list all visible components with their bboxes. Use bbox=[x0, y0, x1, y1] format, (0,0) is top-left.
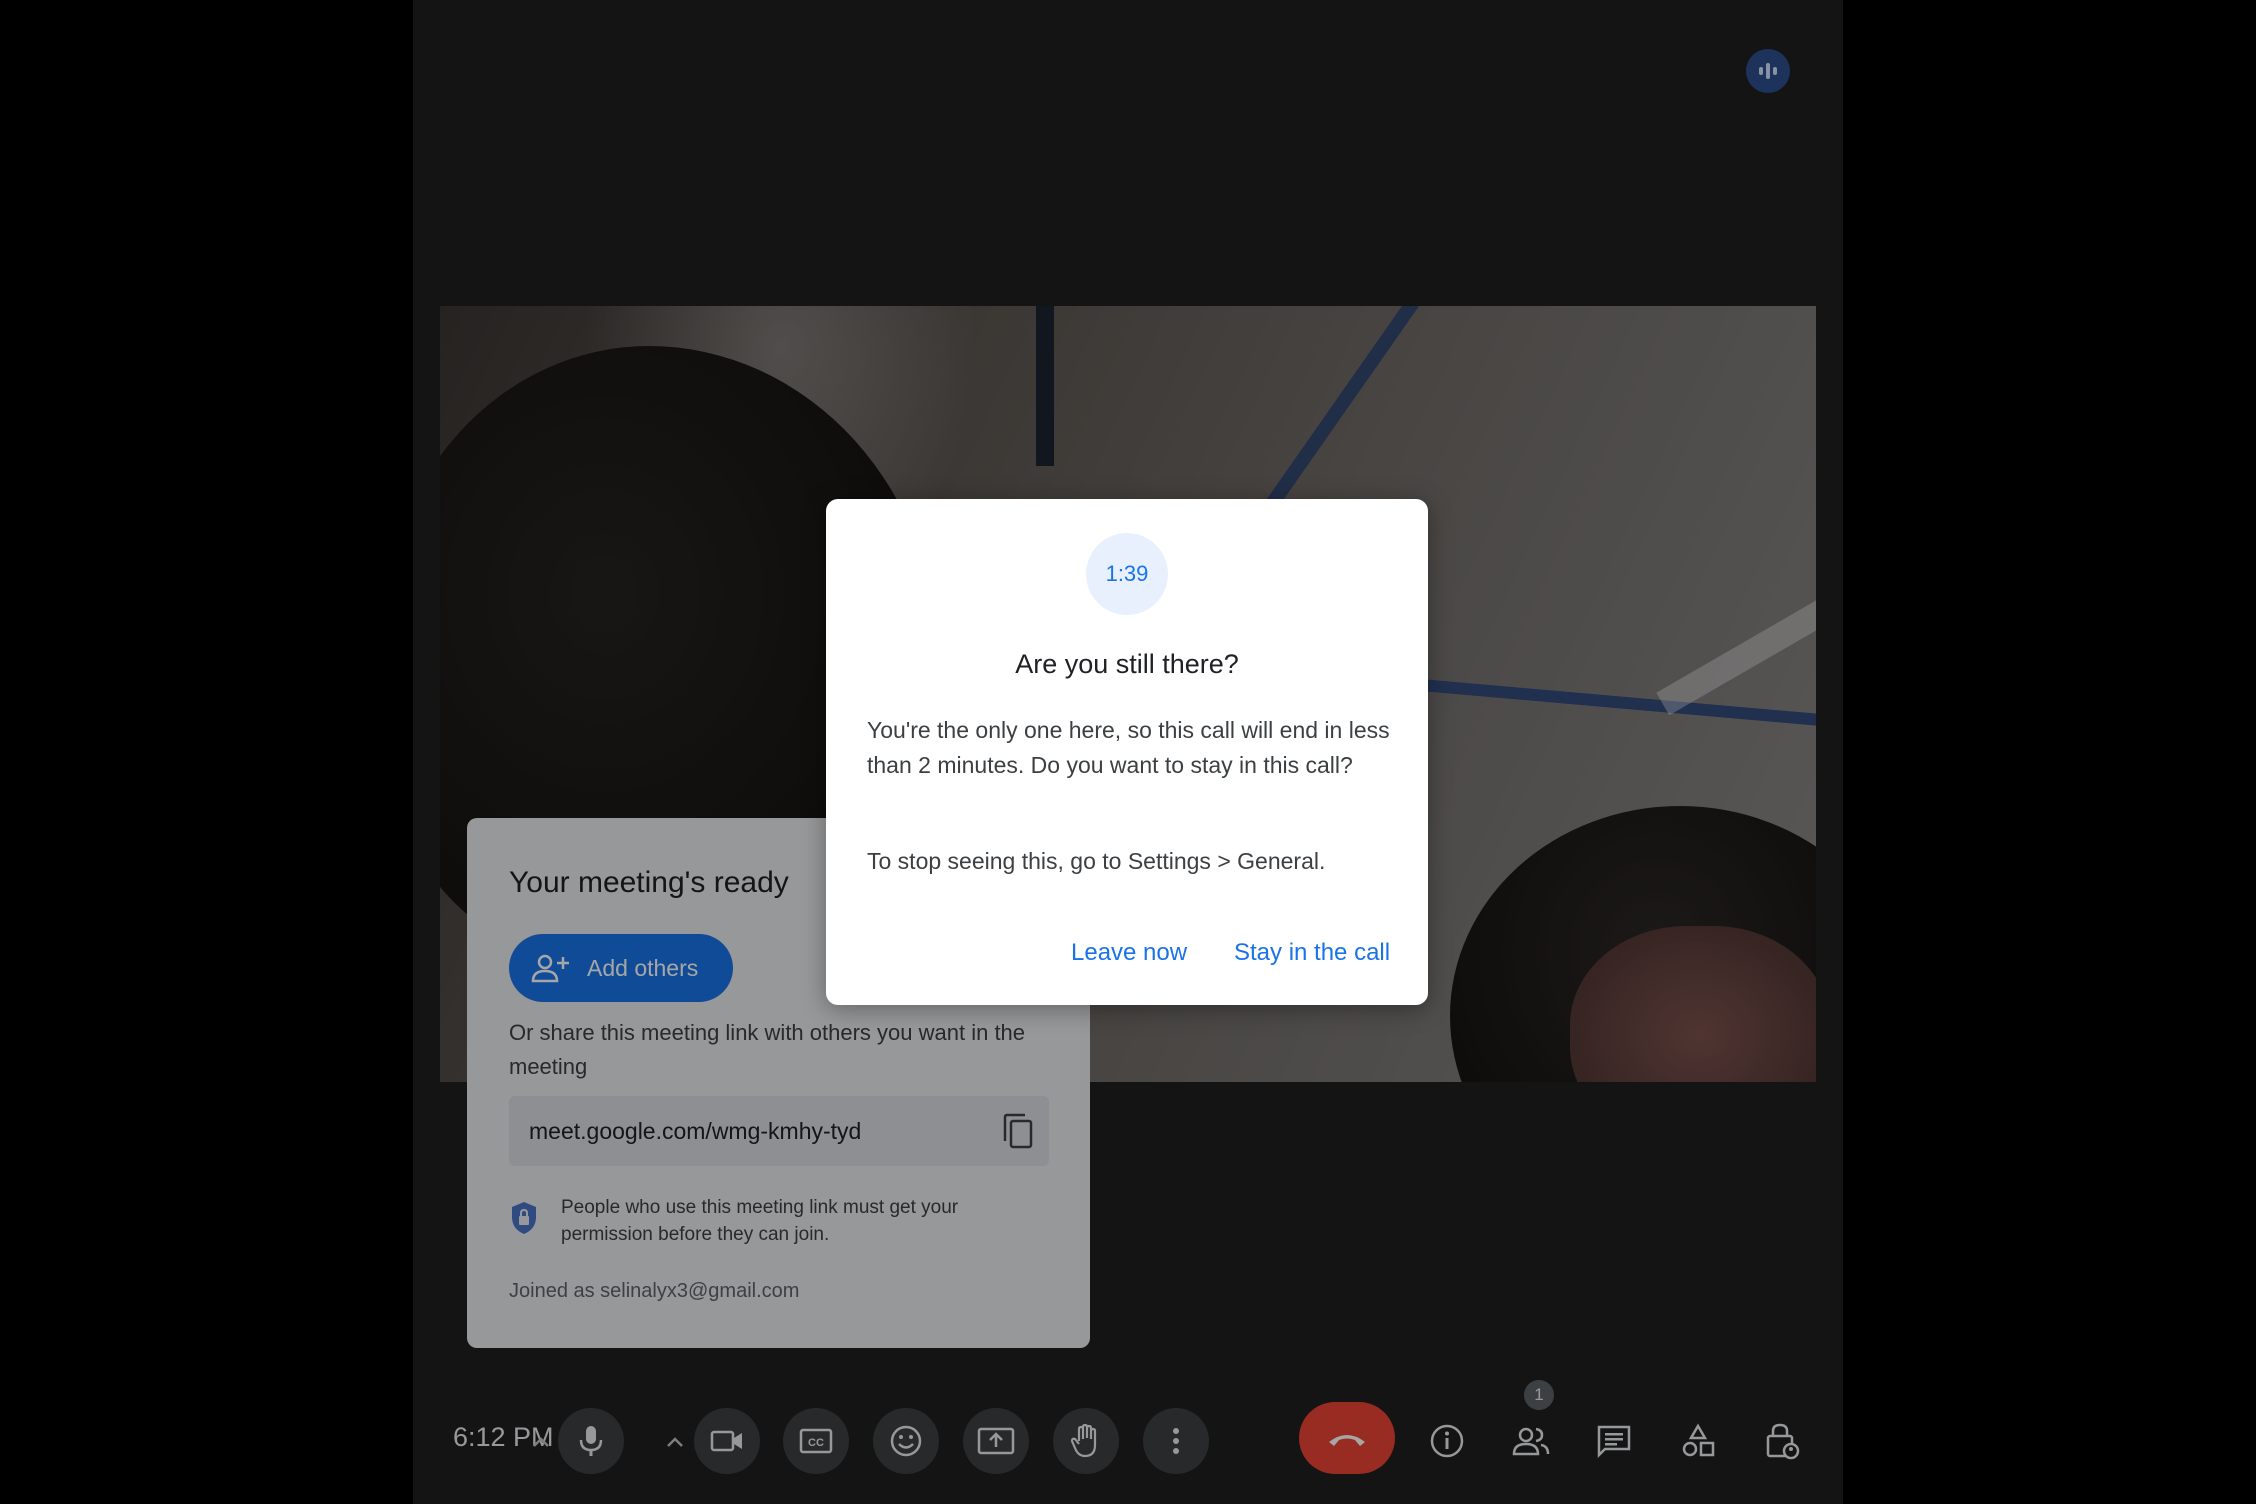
stay-in-call-button[interactable]: Stay in the call bbox=[1234, 939, 1390, 967]
dialog-title: Are you still there? bbox=[1015, 649, 1239, 679]
dialog-settings-tip: To stop seeing this, go to Settings > Ge… bbox=[867, 848, 1326, 874]
leave-now-button[interactable]: Leave now bbox=[1071, 939, 1187, 967]
dialog-body: You're the only one here, so this call w… bbox=[867, 717, 1390, 778]
still-there-dialog: 1:39 Are you still there? You're the onl… bbox=[826, 499, 1428, 1005]
countdown-timer: 1:39 bbox=[1086, 533, 1168, 615]
